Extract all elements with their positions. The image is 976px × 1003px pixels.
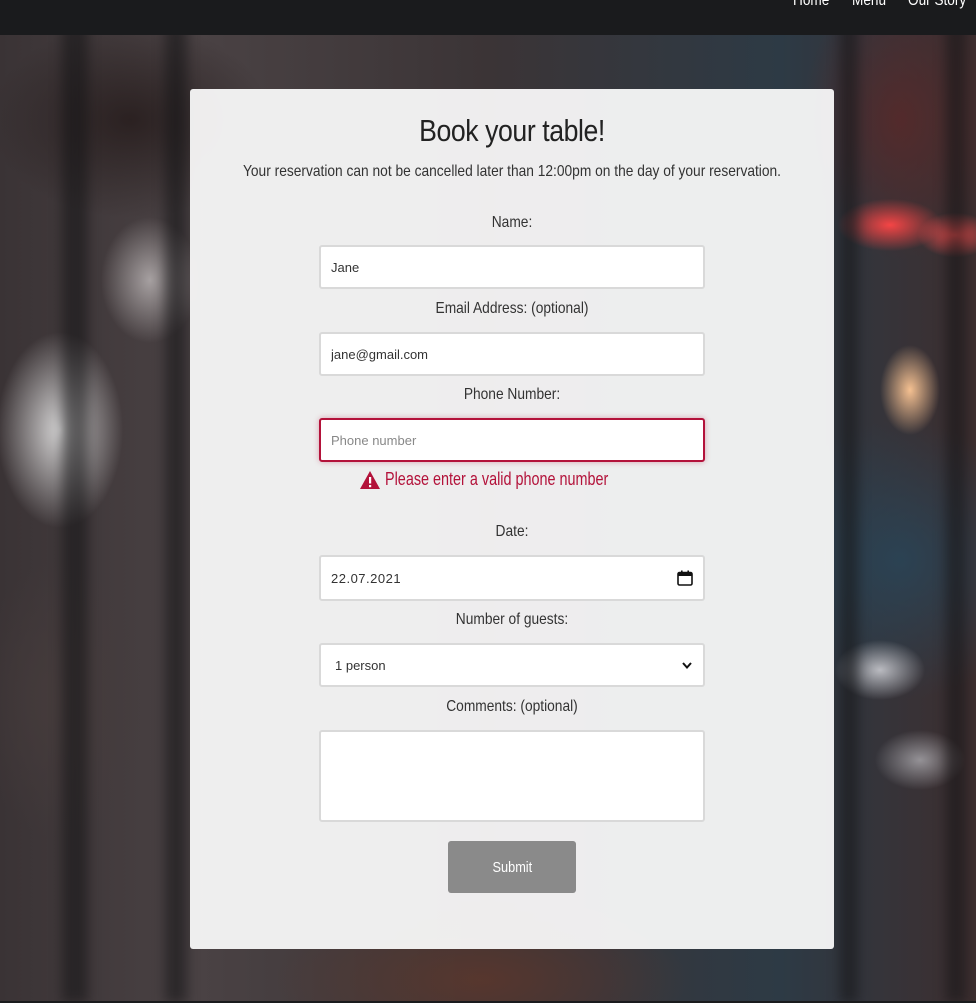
navbar: Home Menu Our Story <box>0 0 976 35</box>
guests-label: Number of guests: <box>455 611 569 628</box>
nav-links: Home Menu Our Story <box>793 0 976 10</box>
calendar-icon[interactable] <box>677 570 693 586</box>
cancellation-notice: Your reservation can not be cancelled la… <box>242 163 781 180</box>
chevron-down-icon <box>682 662 692 670</box>
nav-our-story-link[interactable]: Our Story <box>908 0 966 10</box>
nav-home-link[interactable]: Home <box>793 0 829 10</box>
comments-label: Comments: (optional) <box>446 698 578 715</box>
name-input[interactable] <box>319 245 705 289</box>
phone-input[interactable] <box>319 418 705 462</box>
warning-icon <box>360 470 381 489</box>
phone-error-text: Please enter a valid phone number <box>385 469 609 489</box>
page-title: Book your table! <box>419 113 605 148</box>
submit-button-label: Submit <box>492 858 532 876</box>
booking-form-card: Book your table! Your reservation can no… <box>190 89 834 949</box>
submit-button[interactable]: Submit <box>448 841 576 893</box>
date-input[interactable]: 22.07.2021 <box>319 555 705 601</box>
date-label: Date: <box>495 523 529 540</box>
date-value: 22.07.2021 <box>331 570 402 586</box>
guests-select[interactable]: 1 person <box>319 643 705 687</box>
email-input[interactable] <box>319 332 705 376</box>
guests-selected-value: 1 person <box>335 657 386 673</box>
email-label: Email Address: (optional) <box>435 300 589 317</box>
name-label: Name: <box>491 214 533 231</box>
phone-error-message: Please enter a valid phone number <box>190 469 834 490</box>
comments-textarea[interactable] <box>319 730 705 822</box>
phone-label: Phone Number: <box>463 386 561 403</box>
nav-menu-link[interactable]: Menu <box>852 0 886 10</box>
